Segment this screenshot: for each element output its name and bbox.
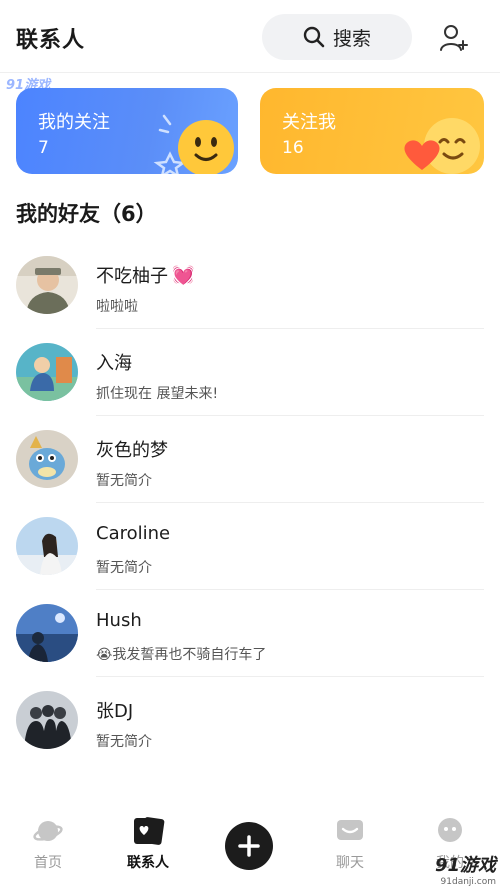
add-friend-button[interactable] [436, 20, 472, 56]
avatar [16, 691, 78, 749]
avatar [16, 343, 78, 401]
heart-emoji-icon: 💓 [172, 264, 195, 286]
page-title: 联系人 [16, 28, 86, 53]
friend-name: Caroline [96, 523, 171, 544]
plus-icon [238, 835, 260, 857]
friends-section-title: 我的好友（6） [16, 202, 157, 226]
top-bar: 联系人 搜索 [0, 0, 500, 73]
list-item[interactable]: Caroline 暂无简介 [0, 503, 500, 590]
friend-bio: 暂无简介 [96, 734, 152, 750]
tab-contacts-label: 联系人 [127, 855, 169, 871]
friend-name: 不吃柚子 💓 [96, 264, 195, 288]
followers-card[interactable]: 关注我 16 [260, 88, 484, 174]
my-following-label: 我的关注 [38, 112, 110, 133]
friend-bio: 抓住现在 展望未来! [96, 386, 219, 402]
friend-bio: 暂无简介 [96, 560, 152, 576]
planet-icon [33, 821, 63, 841]
contacts-card-icon [134, 817, 165, 845]
avatar [16, 604, 78, 662]
search-label: 搜索 [332, 27, 371, 50]
love-emoji-icon [404, 118, 480, 174]
list-item[interactable]: 灰色的梦 暂无简介 [0, 416, 500, 503]
bottom-tab-bar: 首页 联系人 聊天 我的 91游戏 91danji.com [0, 808, 500, 891]
chat-bubble-icon [337, 820, 363, 840]
avatar [16, 256, 78, 314]
watermark-corner: 91游戏 91danji.com [435, 851, 496, 887]
list-item[interactable]: 入海 抓住现在 展望未来! [0, 329, 500, 416]
friend-name: 张DJ [96, 701, 134, 722]
friend-name: Hush [96, 610, 142, 631]
add-user-icon [440, 25, 468, 51]
tab-home-label: 首页 [34, 855, 62, 871]
list-item[interactable]: 张DJ 暂无简介 [0, 677, 500, 764]
friend-bio: 暂无简介 [96, 473, 152, 489]
tab-chat-label: 聊天 [336, 855, 364, 871]
list-item[interactable]: Hush 😭我发誓再也不骑自行车了 [0, 590, 500, 677]
watermark-brand: 91游戏 [434, 855, 496, 876]
create-button[interactable] [225, 822, 273, 870]
smiley-emoji-icon [153, 114, 234, 174]
avatar [16, 517, 78, 575]
tab-home[interactable]: 首页 [8, 816, 88, 872]
my-following-count: 7 [38, 138, 49, 158]
crying-emoji-icon: 😭 [96, 647, 113, 663]
friend-bio: 😭我发誓再也不骑自行车了 [96, 647, 267, 663]
profile-bubble-icon [438, 818, 462, 842]
friends-list: 不吃柚子 💓 啦啦啦 入海 抓住现在 展望未来! 灰色的梦 暂无简介 Carol… [0, 242, 500, 764]
my-following-card[interactable]: 我的关注 7 [16, 88, 238, 174]
friend-bio: 啦啦啦 [96, 299, 138, 315]
tab-contacts[interactable]: 联系人 [108, 816, 188, 872]
search-button[interactable]: 搜索 [262, 14, 412, 60]
avatar [16, 430, 78, 488]
friend-name: 灰色的梦 [96, 440, 168, 461]
tab-chat[interactable]: 聊天 [310, 816, 390, 872]
followers-label: 关注我 [282, 112, 336, 133]
friend-name: 入海 [96, 353, 132, 374]
followers-count: 16 [282, 138, 304, 158]
watermark-site: 91danji.com [440, 877, 496, 887]
list-item[interactable]: 不吃柚子 💓 啦啦啦 [0, 242, 500, 329]
search-icon [303, 26, 325, 48]
